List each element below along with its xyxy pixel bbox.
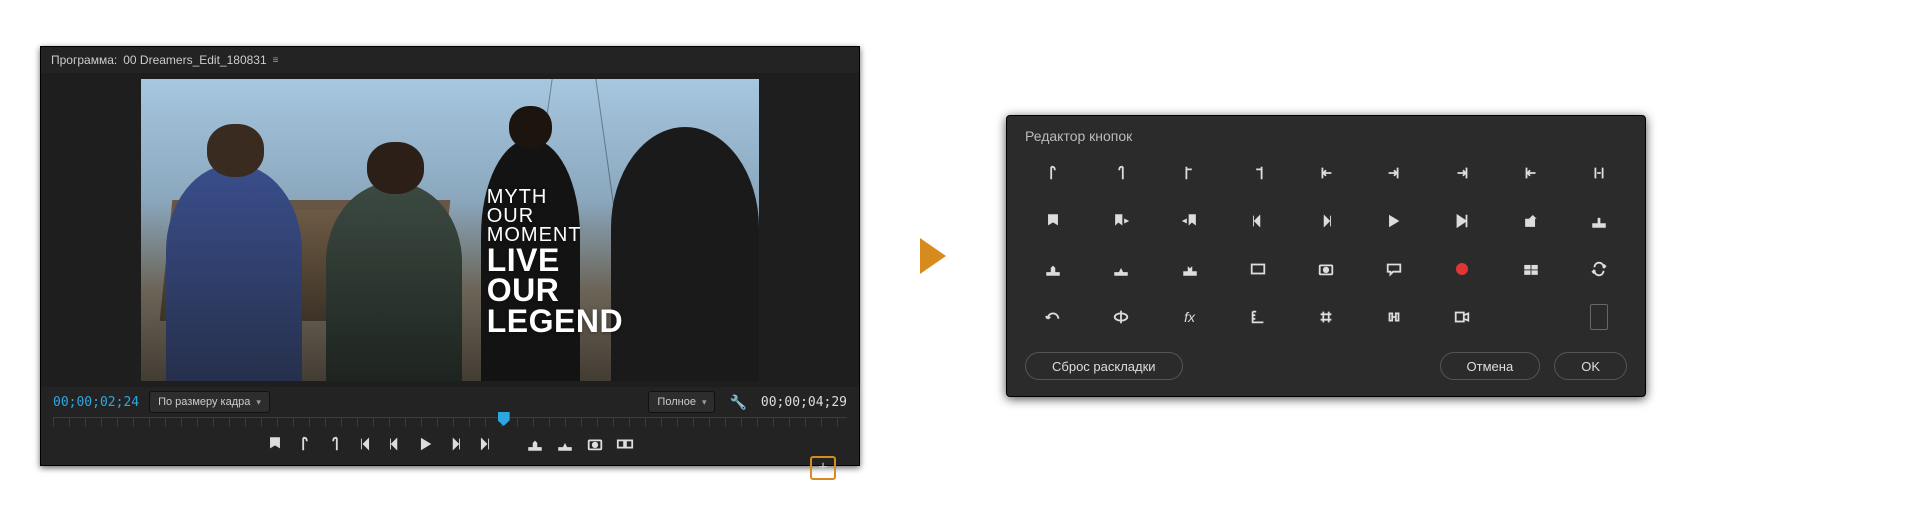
program-monitor-header: Программа: 00 Dreamers_Edit_180831 ≡ xyxy=(41,47,859,73)
resolution-dropdown-label: Полное xyxy=(657,396,696,408)
panel-menu-icon[interactable]: ≡ xyxy=(273,55,279,66)
mark-in-button[interactable] xyxy=(293,433,317,455)
go-to-in-icon[interactable] xyxy=(1161,156,1217,190)
button-editor-title: Редактор кнопок xyxy=(1025,128,1627,144)
open-button-editor-button[interactable]: + xyxy=(811,457,835,479)
go-to-out-button[interactable] xyxy=(473,433,497,455)
export-frame-button[interactable] xyxy=(583,433,607,455)
play-button[interactable] xyxy=(413,433,437,455)
comparison-view-button[interactable] xyxy=(613,433,637,455)
play-in-to-out-icon[interactable] xyxy=(1434,204,1490,238)
ok-button[interactable]: OK xyxy=(1554,352,1627,380)
overlay-line-6: LEGEND xyxy=(487,306,623,336)
playhead-icon[interactable] xyxy=(498,412,510,426)
program-monitor-panel: Программа: 00 Dreamers_Edit_180831 ≡ MYT… xyxy=(40,46,860,466)
transport-bar xyxy=(53,431,847,457)
video-frame[interactable]: MYTH OUR MOMENT LIVE OUR LEGEND xyxy=(141,79,759,381)
title-overlay: MYTH OUR MOMENT LIVE OUR LEGEND xyxy=(487,188,623,336)
proxy-icon[interactable] xyxy=(1503,252,1559,286)
prev-marker-icon[interactable] xyxy=(1503,156,1559,190)
ruler-icon[interactable] xyxy=(1230,300,1286,334)
grid-icon[interactable] xyxy=(1298,300,1354,334)
timeline-ruler[interactable] xyxy=(53,417,847,427)
play-forward-icon[interactable] xyxy=(1366,204,1422,238)
zoom-dropdown-label: По размеру кадра xyxy=(158,396,250,408)
loop-icon[interactable] xyxy=(1571,252,1627,286)
ripple-icon[interactable] xyxy=(1366,300,1422,334)
record-icon[interactable] xyxy=(1434,252,1490,286)
vr-icon[interactable] xyxy=(1093,300,1149,334)
arrow-right-icon xyxy=(920,238,946,274)
next-edit-b-icon[interactable] xyxy=(1434,156,1490,190)
lift-button[interactable] xyxy=(523,433,547,455)
button-editor-footer: Сброс раскладки Отмена OK xyxy=(1025,352,1627,380)
fx-icon[interactable]: fx xyxy=(1161,300,1217,334)
button-editor-grid: fx xyxy=(1025,156,1627,334)
step-forward-button[interactable] xyxy=(443,433,467,455)
mark-out-icon[interactable] xyxy=(1093,156,1149,190)
empty-cell xyxy=(1503,300,1559,334)
go-to-out-icon[interactable] xyxy=(1230,156,1286,190)
cancel-button[interactable]: Отмена xyxy=(1440,352,1541,380)
timecode-duration: 00;00;04;29 xyxy=(761,395,847,410)
comment-icon[interactable] xyxy=(1366,252,1422,286)
go-next-edit-icon[interactable] xyxy=(1366,156,1422,190)
play-icon[interactable] xyxy=(1298,204,1354,238)
chevron-down-icon: ▾ xyxy=(256,397,261,408)
program-viewport: MYTH OUR MOMENT LIVE OUR LEGEND xyxy=(41,73,859,387)
export-icon[interactable] xyxy=(1503,204,1559,238)
program-label: Программа: xyxy=(51,53,117,67)
plus-icon: + xyxy=(818,459,827,477)
zoom-dropdown[interactable]: По размеру кадра ▾ xyxy=(149,391,270,413)
button-editor-panel: Редактор кнопок fx xyxy=(1006,115,1646,397)
next-marker-icon[interactable] xyxy=(1571,156,1627,190)
extract-button[interactable] xyxy=(553,433,577,455)
extract-icon[interactable] xyxy=(1093,252,1149,286)
multicamera-icon[interactable] xyxy=(1434,300,1490,334)
mark-in-icon[interactable] xyxy=(1025,156,1081,190)
overwrite-icon[interactable] xyxy=(1161,252,1217,286)
marker-out-icon[interactable] xyxy=(1161,204,1217,238)
overlay-line-5: OUR xyxy=(487,275,623,305)
insert-icon[interactable] xyxy=(1571,204,1627,238)
program-controls: 00;00;02;24 По размеру кадра ▾ Полное ▾ … xyxy=(41,387,859,465)
add-marker-button[interactable] xyxy=(263,433,287,455)
go-prev-edit-icon[interactable] xyxy=(1298,156,1354,190)
sequence-name: 00 Dreamers_Edit_180831 xyxy=(123,53,266,67)
go-to-in-button[interactable] xyxy=(353,433,377,455)
resolution-dropdown[interactable]: Полное ▾ xyxy=(648,391,715,413)
add-marker-icon[interactable] xyxy=(1025,204,1081,238)
settings-wrench-icon[interactable]: 🔧 xyxy=(725,394,750,411)
mark-out-button[interactable] xyxy=(323,433,347,455)
step-back-button[interactable] xyxy=(383,433,407,455)
marker-in-icon[interactable] xyxy=(1093,204,1149,238)
timecode-current[interactable]: 00;00;02;24 xyxy=(53,395,139,410)
snapshot-icon[interactable] xyxy=(1298,252,1354,286)
undo-icon[interactable] xyxy=(1025,300,1081,334)
overlay-line-4: LIVE xyxy=(487,245,623,275)
lift-icon[interactable] xyxy=(1025,252,1081,286)
spacer-slot[interactable] xyxy=(1571,300,1627,334)
chevron-down-icon: ▾ xyxy=(702,397,707,408)
step-back-icon[interactable] xyxy=(1230,204,1286,238)
overlay-line-2: OUR xyxy=(487,207,623,226)
overlay-line-1: MYTH xyxy=(487,188,623,207)
reset-layout-button[interactable]: Сброс раскладки xyxy=(1025,352,1183,380)
safe-margins-icon[interactable] xyxy=(1230,252,1286,286)
